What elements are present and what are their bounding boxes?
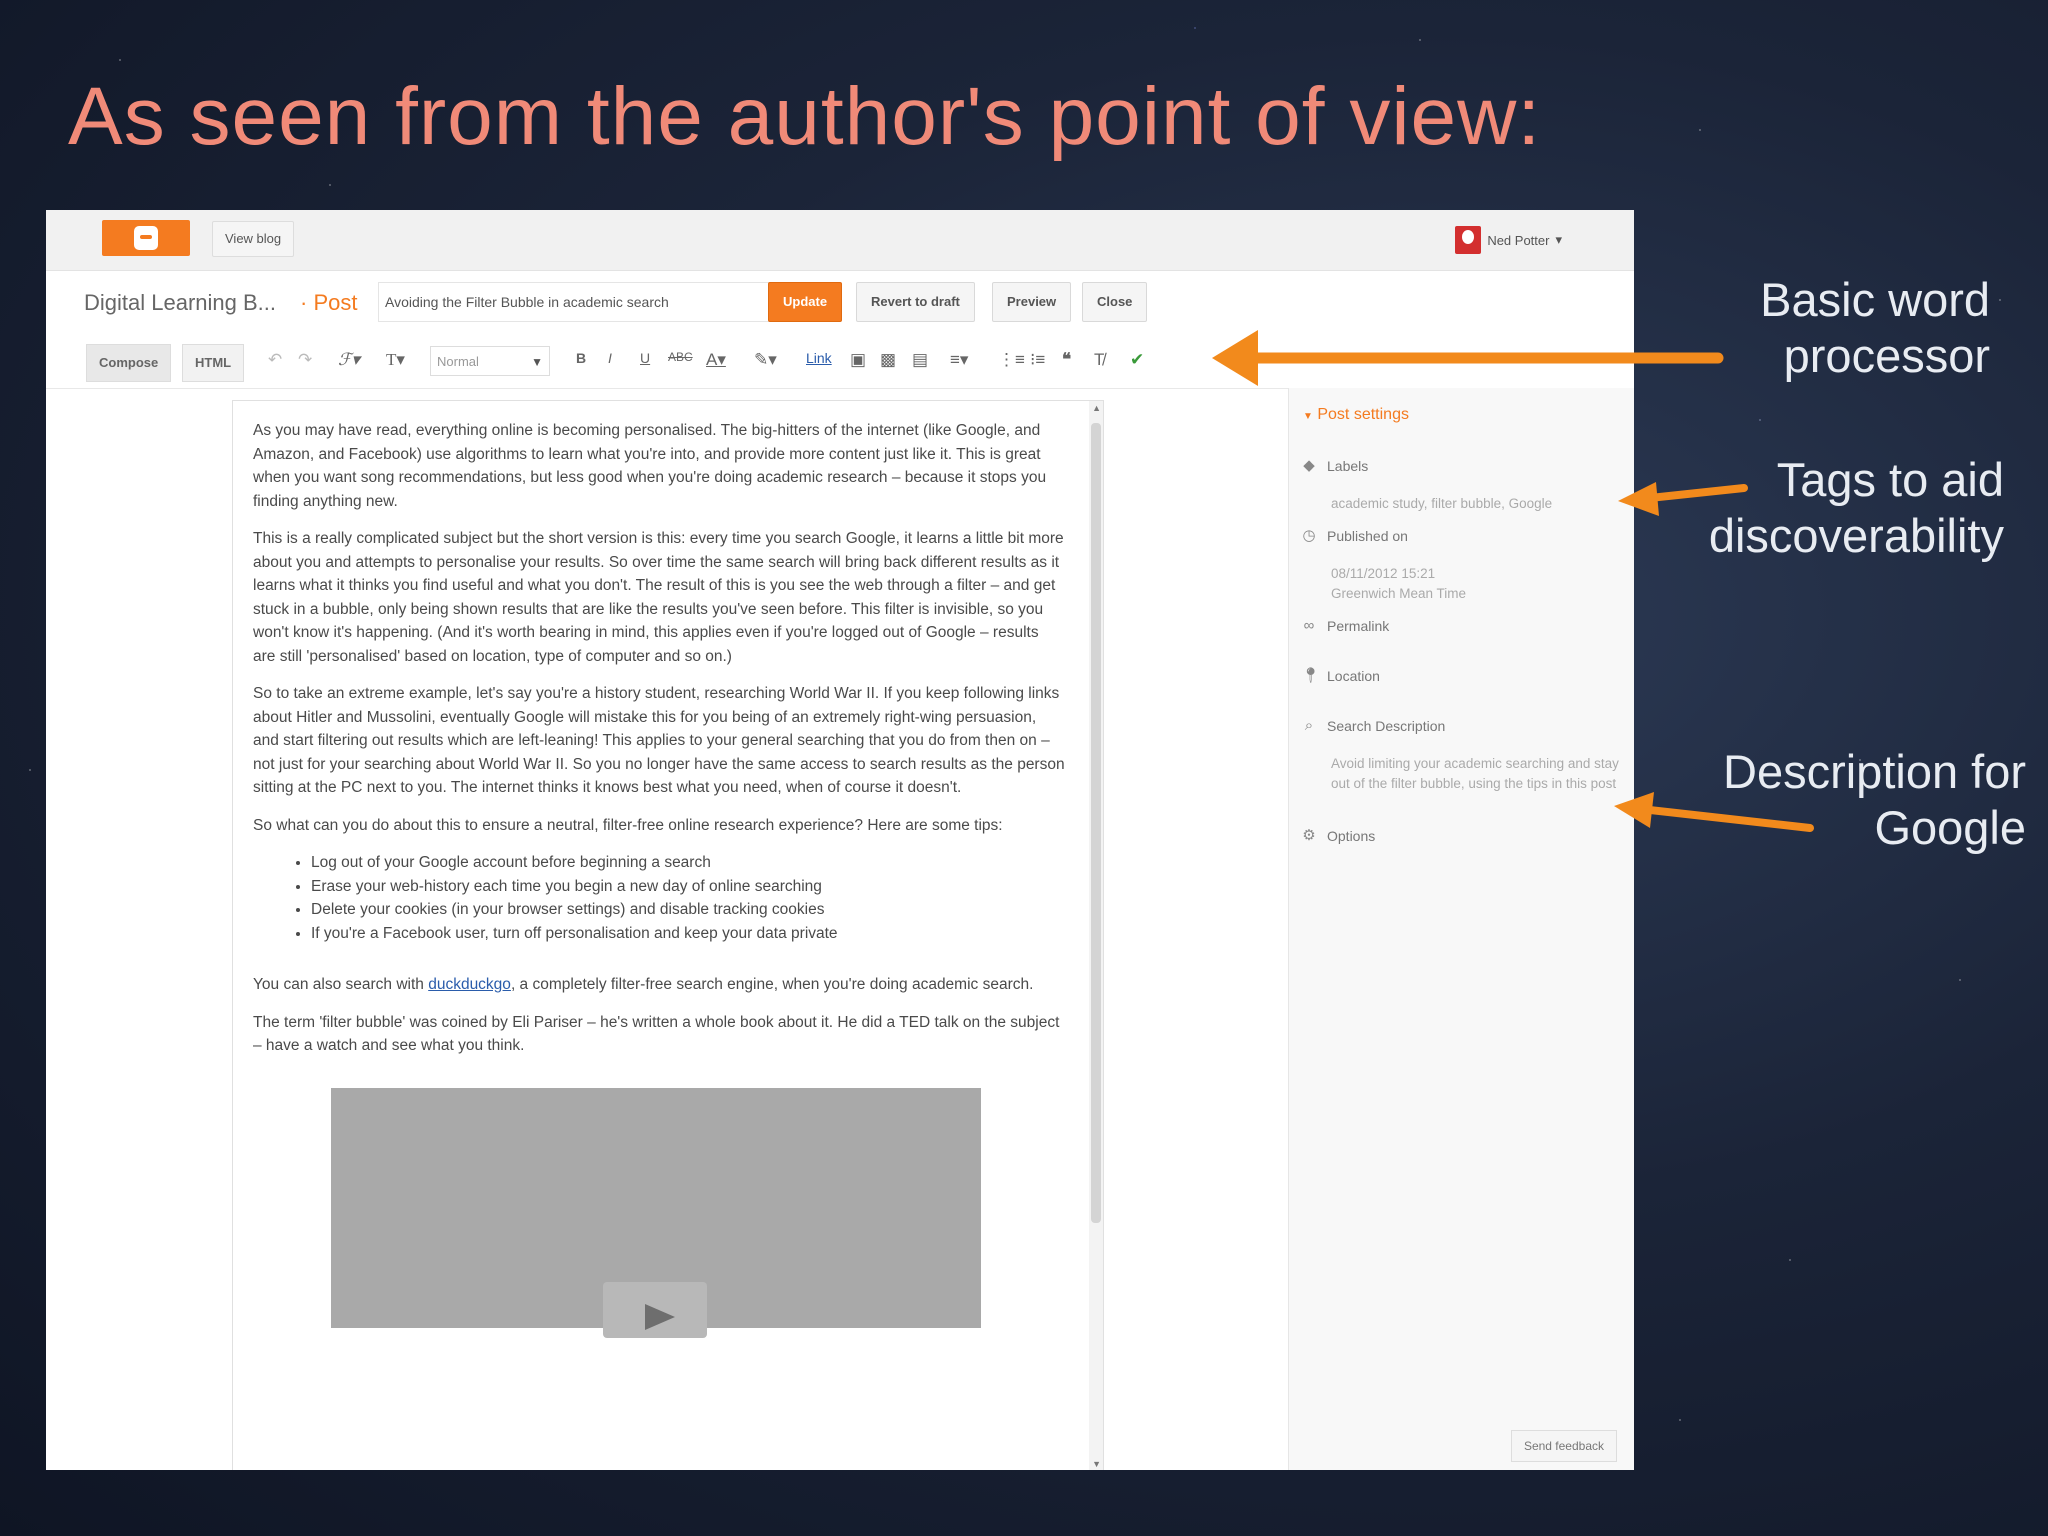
annotation-arrows: [1212, 330, 1814, 832]
arrow-description: [1614, 792, 1814, 832]
arrow-tags: [1618, 482, 1748, 516]
arrow-word-processor: [1212, 330, 1724, 386]
